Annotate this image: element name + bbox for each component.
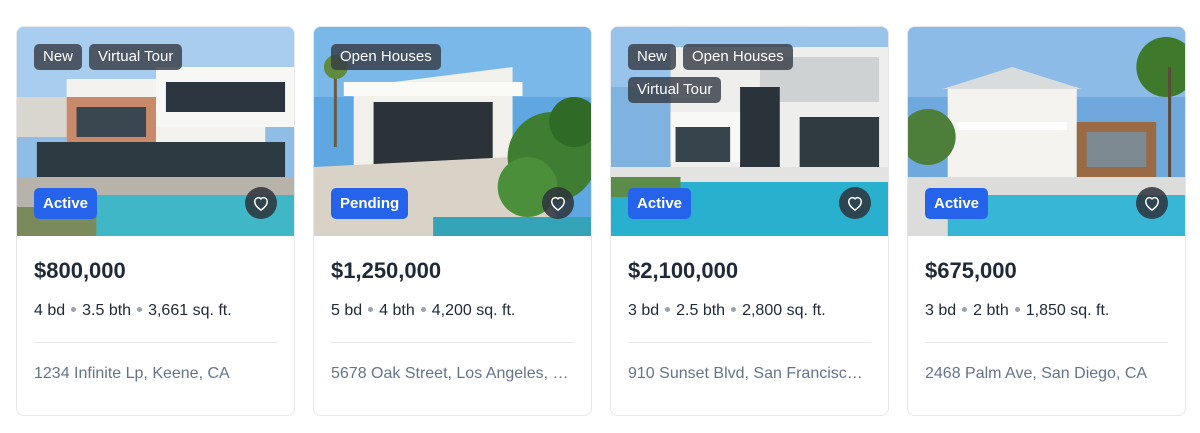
listing-specs: 4 bd 3.5 bth 3,661 sq. ft. xyxy=(34,301,277,321)
separator-dot xyxy=(71,307,77,313)
favorite-button[interactable] xyxy=(245,187,277,219)
listing-photo[interactable]: Open Houses Pending xyxy=(314,27,591,236)
listing-card[interactable]: New Open Houses Virtual Tour Active $2,1… xyxy=(610,26,889,416)
status-badge: Pending xyxy=(331,188,409,219)
listing-photo[interactable]: New Open Houses Virtual Tour Active xyxy=(611,27,888,236)
separator-dot xyxy=(962,307,968,313)
separator-dot xyxy=(665,307,671,313)
area-size: 1,850 sq. ft. xyxy=(1025,302,1110,319)
listing-tags: New Open Houses Virtual Tour xyxy=(628,44,848,103)
divider xyxy=(925,342,1168,343)
tag-badge: Virtual Tour xyxy=(628,77,722,103)
tag-badge: Open Houses xyxy=(683,44,793,70)
listing-grid: New Virtual Tour Active $800,000 4 bd 3.5… xyxy=(16,26,1186,416)
listing-photo[interactable]: New Virtual Tour Active xyxy=(17,27,294,236)
area-size: 3,661 sq. ft. xyxy=(148,302,232,319)
separator-dot xyxy=(137,307,143,313)
listing-specs: 3 bd 2.5 bth 2,800 sq. ft. xyxy=(628,301,871,321)
status-badge: Active xyxy=(628,188,692,219)
area-size: 2,800 sq. ft. xyxy=(742,302,826,319)
listing-address: 2468 Palm Ave, San Diego, CA xyxy=(925,365,1148,382)
baths-count: 2 bth xyxy=(973,302,1009,319)
heart-outline-icon xyxy=(848,196,862,211)
tag-badge: Open Houses xyxy=(331,44,441,70)
listing-address: 1234 Infinite Lp, Keene, CA xyxy=(34,365,230,382)
listing-tags: New Virtual Tour xyxy=(34,44,254,70)
status-badge: Active xyxy=(925,188,989,219)
baths-count: 4 bth xyxy=(379,302,415,319)
listing-price: $800,000 xyxy=(34,258,126,283)
listing-specs: 3 bd 2 bth 1,850 sq. ft. xyxy=(925,301,1168,321)
listing-card[interactable]: New Virtual Tour Active $800,000 4 bd 3.5… xyxy=(16,26,295,416)
divider xyxy=(34,342,277,343)
status-badge: Active xyxy=(34,188,98,219)
listing-address: 910 Sunset Blvd, San Francisco, CA xyxy=(628,365,871,382)
listing-price: $1,250,000 xyxy=(331,258,442,283)
beds-count: 5 bd xyxy=(331,302,363,319)
listing-photo[interactable]: Active xyxy=(908,27,1185,236)
favorite-button[interactable] xyxy=(542,187,574,219)
favorite-button[interactable] xyxy=(1136,187,1168,219)
divider xyxy=(628,342,871,343)
tag-badge: New xyxy=(628,44,677,70)
listing-price: $675,000 xyxy=(925,258,1017,283)
listing-tags: Open Houses xyxy=(331,44,551,70)
beds-count: 4 bd xyxy=(34,302,66,319)
heart-outline-icon xyxy=(254,196,268,211)
baths-count: 2.5 bth xyxy=(676,302,726,319)
listing-price: $2,100,000 xyxy=(628,258,739,283)
favorite-button[interactable] xyxy=(839,187,871,219)
tag-badge: Virtual Tour xyxy=(89,44,183,70)
tag-badge: New xyxy=(34,44,83,70)
beds-count: 3 bd xyxy=(628,302,660,319)
listing-specs: 5 bd 4 bth 4,200 sq. ft. xyxy=(331,301,574,321)
separator-dot xyxy=(368,307,374,313)
beds-count: 3 bd xyxy=(925,302,957,319)
separator-dot xyxy=(1014,307,1020,313)
separator-dot xyxy=(420,307,426,313)
heart-outline-icon xyxy=(1145,196,1159,211)
listing-card[interactable]: Open Houses Pending $1,250,000 5 bd 4 bth… xyxy=(313,26,592,416)
baths-count: 3.5 bth xyxy=(82,302,132,319)
heart-outline-icon xyxy=(551,196,565,211)
listing-card[interactable]: Active $675,000 3 bd 2 bth 1,850 sq. ft. 2… xyxy=(907,26,1186,416)
divider xyxy=(331,342,574,343)
separator-dot xyxy=(731,307,737,313)
area-size: 4,200 sq. ft. xyxy=(431,302,516,319)
listing-address: 5678 Oak Street, Los Angeles, CA xyxy=(331,365,574,382)
